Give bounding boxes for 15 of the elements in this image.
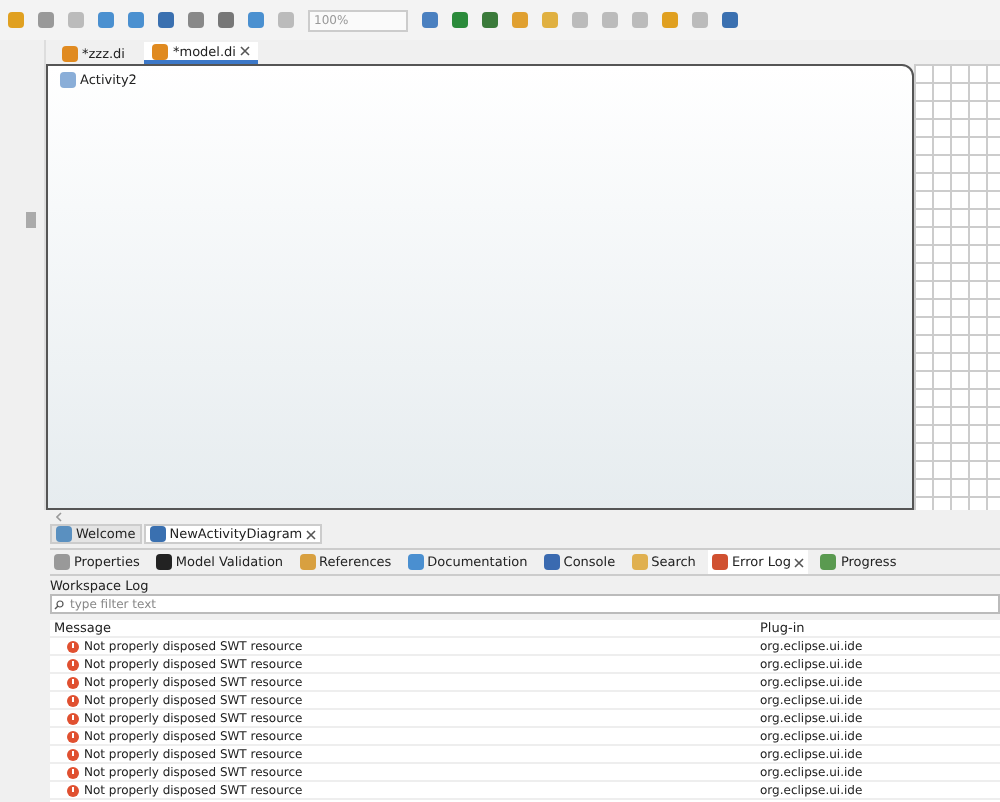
scroll-left-icon[interactable] — [56, 512, 62, 522]
error-icon — [66, 711, 80, 725]
error-icon — [66, 675, 80, 689]
error-icon — [66, 729, 80, 743]
close-icon[interactable] — [306, 529, 317, 539]
error-icon — [66, 693, 80, 707]
error-icon — [66, 765, 80, 779]
search-icon — [54, 599, 64, 609]
error-icon — [66, 747, 80, 761]
error-icon — [66, 639, 80, 653]
error-icon — [66, 783, 80, 797]
scrollbar-thumb[interactable] — [26, 212, 36, 228]
close-icon[interactable] — [794, 557, 805, 567]
error-icon — [66, 657, 80, 671]
close-icon[interactable] — [239, 46, 250, 56]
